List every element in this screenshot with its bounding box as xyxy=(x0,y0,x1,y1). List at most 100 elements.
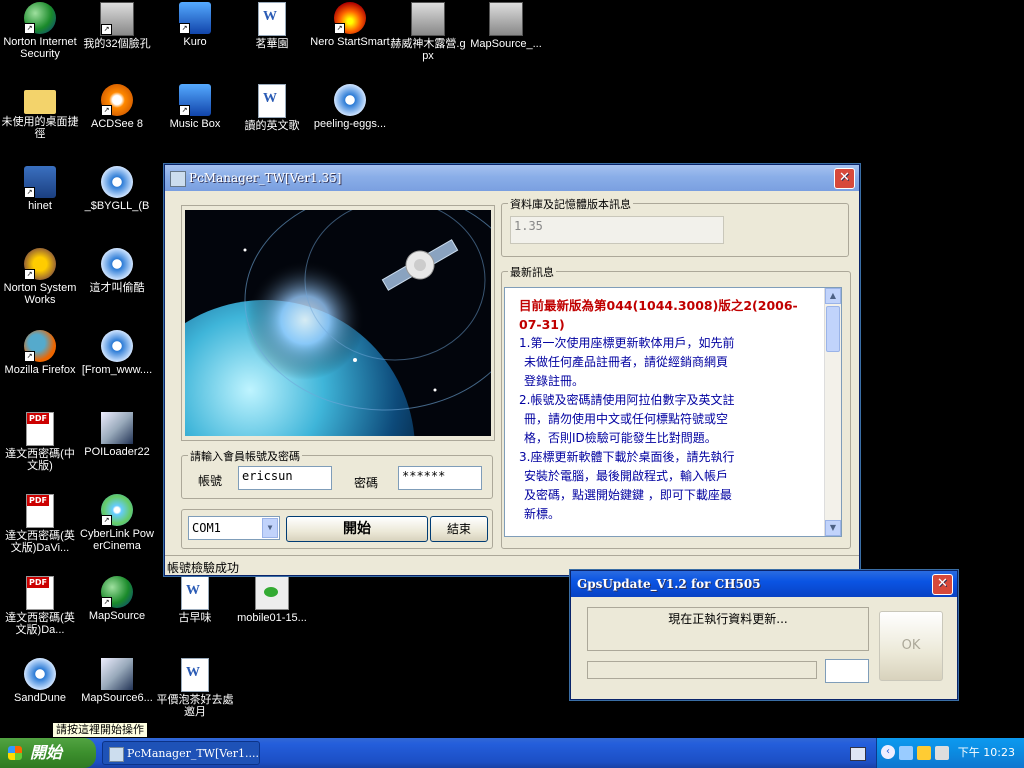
word-document-icon xyxy=(181,658,209,692)
desktop-icon-label: MapSource_... xyxy=(470,38,542,50)
desktop-icon-label: POILoader22 xyxy=(84,446,150,458)
desktop-icon-acdsee[interactable]: ↗ ACDSee 8 xyxy=(77,84,157,130)
taskbar-item-pcmanager[interactable]: PcManager_TW[Ver1.... xyxy=(102,741,260,765)
app-icon xyxy=(170,171,186,187)
desktop-icon-kuro[interactable]: ↗ Kuro xyxy=(155,2,235,48)
desktop-icon-norton-internet-security[interactable]: ↗ Norton Internet Security xyxy=(0,2,80,60)
db-version-group: 資料庫及記憶體版本訊息 1.35 xyxy=(501,196,849,257)
db-version-group-label: 資料庫及記憶體版本訊息 xyxy=(508,196,633,212)
login-group: 請輸入會員帳號及密碼 帳號 ericsun 密碼 ****** xyxy=(181,448,493,499)
desktop-icon-label: Music Box xyxy=(169,118,221,130)
start-button[interactable]: 開始 xyxy=(0,738,96,768)
desktop-icon-hinet[interactable]: ↗ hinet xyxy=(0,166,80,212)
keyboard-icon[interactable] xyxy=(850,747,866,761)
desktop-icon-sanddune[interactable]: SandDune xyxy=(0,658,80,704)
powercinema-disc-icon: ↗ xyxy=(101,494,133,526)
desktop-icon-faces[interactable]: ↗ 我的32個臉孔 xyxy=(77,2,157,50)
tray-expand-icon[interactable]: ‹ xyxy=(881,745,895,759)
network-icon[interactable] xyxy=(899,746,913,760)
image-frame xyxy=(181,205,495,441)
desktop-icon-tea-doc[interactable]: 平價泡茶好去處邀月 xyxy=(155,658,235,718)
warning-icon[interactable] xyxy=(917,746,931,760)
desktop-icon-mapsource-installer[interactable]: MapSource_... xyxy=(466,2,546,50)
desktop-icon-word-doc-2[interactable]: 讀的英文歌 xyxy=(232,84,312,132)
password-label: 密碼 xyxy=(354,476,379,490)
word-document-icon xyxy=(181,576,209,610)
news-line: 新標。 xyxy=(524,507,561,521)
end-button[interactable]: 結束 xyxy=(430,516,488,542)
close-button[interactable]: ✕ xyxy=(932,574,953,595)
news-textbox[interactable]: 目前最新版為第044(1044.3008)版之2(2006-07-31) 1.第… xyxy=(504,287,842,537)
windows-logo-icon xyxy=(8,746,22,760)
pcmanager-titlebar[interactable]: PcManager_TW[Ver1.35] ✕ xyxy=(165,165,859,191)
desktop-icon-mapsource[interactable]: ↗ MapSource xyxy=(77,576,157,622)
news-line: 冊，請勿使用中文或任何標點符號或空 xyxy=(524,412,729,426)
news-line: 安裝於電腦，最後開啟程式，輸入帳戶 xyxy=(524,469,729,483)
media-file-icon xyxy=(24,658,56,690)
firefox-icon: ↗ xyxy=(24,330,56,362)
desktop-icon-label: 達文西密碼(中文版) xyxy=(5,448,75,472)
mapsource-globe-icon: ↗ xyxy=(101,576,133,608)
close-button[interactable]: ✕ xyxy=(834,168,855,189)
scroll-up-icon[interactable]: ▲ xyxy=(825,288,841,304)
desktop-icon-poiloader[interactable]: POILoader22 xyxy=(77,412,157,458)
volume-icon[interactable] xyxy=(935,746,949,760)
start-tooltip: 請按這裡開始操作 xyxy=(52,722,148,738)
window-title: PcManager_TW[Ver1.35] xyxy=(189,171,342,185)
image-file-icon xyxy=(255,576,289,610)
news-line: 及密碼，點選開始鍵鍵 ，即可下載座最 xyxy=(524,488,732,502)
news-line: 3.座標更新軟體下載於桌面後，請先執行 xyxy=(519,450,735,464)
account-input[interactable]: ericsun xyxy=(238,466,332,490)
acdsee-eye-icon: ↗ xyxy=(101,84,133,116)
gpsupdate-titlebar[interactable]: GpsUpdate_V1.2 for CH505 ✕ xyxy=(571,571,957,597)
desktop-icon-label: CyberLink PowerCinema xyxy=(80,528,154,552)
desktop-icon-label: peeling-eggs... xyxy=(313,118,387,130)
port-select[interactable]: COM1 ▼ xyxy=(188,516,280,540)
desktop-icon-peeling-eggs[interactable]: peeling-eggs... xyxy=(310,84,390,130)
desktop-icon-label: Nero StartSmart xyxy=(310,36,390,48)
desktop-icon-norton-systemworks[interactable]: ↗ Norton SystemWorks xyxy=(0,248,80,306)
taskbar-clock[interactable]: 下午 10:23 xyxy=(958,738,1015,768)
progress-value-field xyxy=(825,659,869,683)
desktop-icon-mobile01[interactable]: mobile01-15... xyxy=(232,576,312,624)
desktop-icon-from-www[interactable]: [From_www.... xyxy=(77,330,157,376)
nero-flame-icon: ↗ xyxy=(334,2,366,34)
desktop-icon-cool-video[interactable]: 這才叫偷酷 xyxy=(77,248,157,294)
desktop-icon-gpx-file[interactable]: 赫威神木露營.gpx xyxy=(388,2,468,62)
scroll-thumb[interactable] xyxy=(826,306,840,352)
desktop-icon-unused-shortcuts[interactable]: 未使用的桌面捷徑 xyxy=(0,84,80,140)
desktop-icon-music-box[interactable]: ↗ Music Box xyxy=(155,84,235,130)
chevron-down-icon[interactable]: ▼ xyxy=(262,518,278,538)
scroll-down-icon[interactable]: ▼ xyxy=(825,520,841,536)
ok-button[interactable]: OK xyxy=(879,611,943,681)
desktop-icon-davinci-code-en-1[interactable]: 達文西密碼(英文版)DaVi... xyxy=(0,494,80,554)
desktop-icon-old-flavor[interactable]: 古早味 xyxy=(155,576,235,624)
desktop-icon-word-doc-1[interactable]: 茗華園 xyxy=(232,2,312,50)
system-tray: ‹ 下午 10:23 xyxy=(876,738,1024,768)
network-computer-icon: ↗ xyxy=(24,166,56,198)
account-label: 帳號 xyxy=(198,474,223,488)
desktop-icon-davinci-code-en-2[interactable]: 達文西密碼(英文版)Da... xyxy=(0,576,80,636)
desktop-icon-bygll[interactable]: _$BYGLL_(B xyxy=(77,166,157,212)
news-scrollbar[interactable]: ▲ ▼ xyxy=(824,288,841,536)
desktop-icon-label: 茗華園 xyxy=(255,38,289,50)
garmin-poiloader-icon xyxy=(101,412,133,444)
start-button[interactable]: 開始 xyxy=(286,516,428,542)
password-input[interactable]: ****** xyxy=(398,466,482,490)
desktop-icon-label: mobile01-15... xyxy=(237,612,307,624)
desktop-icon-label: Norton Internet Security xyxy=(3,36,77,60)
desktop-icon-nero[interactable]: ↗ Nero StartSmart xyxy=(310,2,390,48)
desktop-icon-powercinema[interactable]: ↗ CyberLink PowerCinema xyxy=(77,494,157,552)
desktop-icon-label: 達文西密碼(英文版)Da... xyxy=(5,612,75,636)
gpx-file-icon xyxy=(411,2,445,36)
status-message: 現在正執行資料更新... xyxy=(668,612,788,626)
media-file-icon xyxy=(334,84,366,116)
taskbar: 開始 PcManager_TW[Ver1.... ‹ 下午 10:23 xyxy=(0,738,1024,768)
desktop-icon-firefox[interactable]: ↗ Mozilla Firefox xyxy=(0,330,80,376)
progress-bar xyxy=(587,661,817,679)
desktop-icon-davinci-code-zh[interactable]: 達文西密碼(中文版) xyxy=(0,412,80,472)
desktop-icon-label: _$BYGLL_(B xyxy=(84,200,150,212)
app-icon xyxy=(109,747,124,762)
news-line: 未做任何產品註冊者，請從經銷商網頁 xyxy=(524,355,729,369)
desktop-icon-mapsource6[interactable]: MapSource6... xyxy=(77,658,157,704)
